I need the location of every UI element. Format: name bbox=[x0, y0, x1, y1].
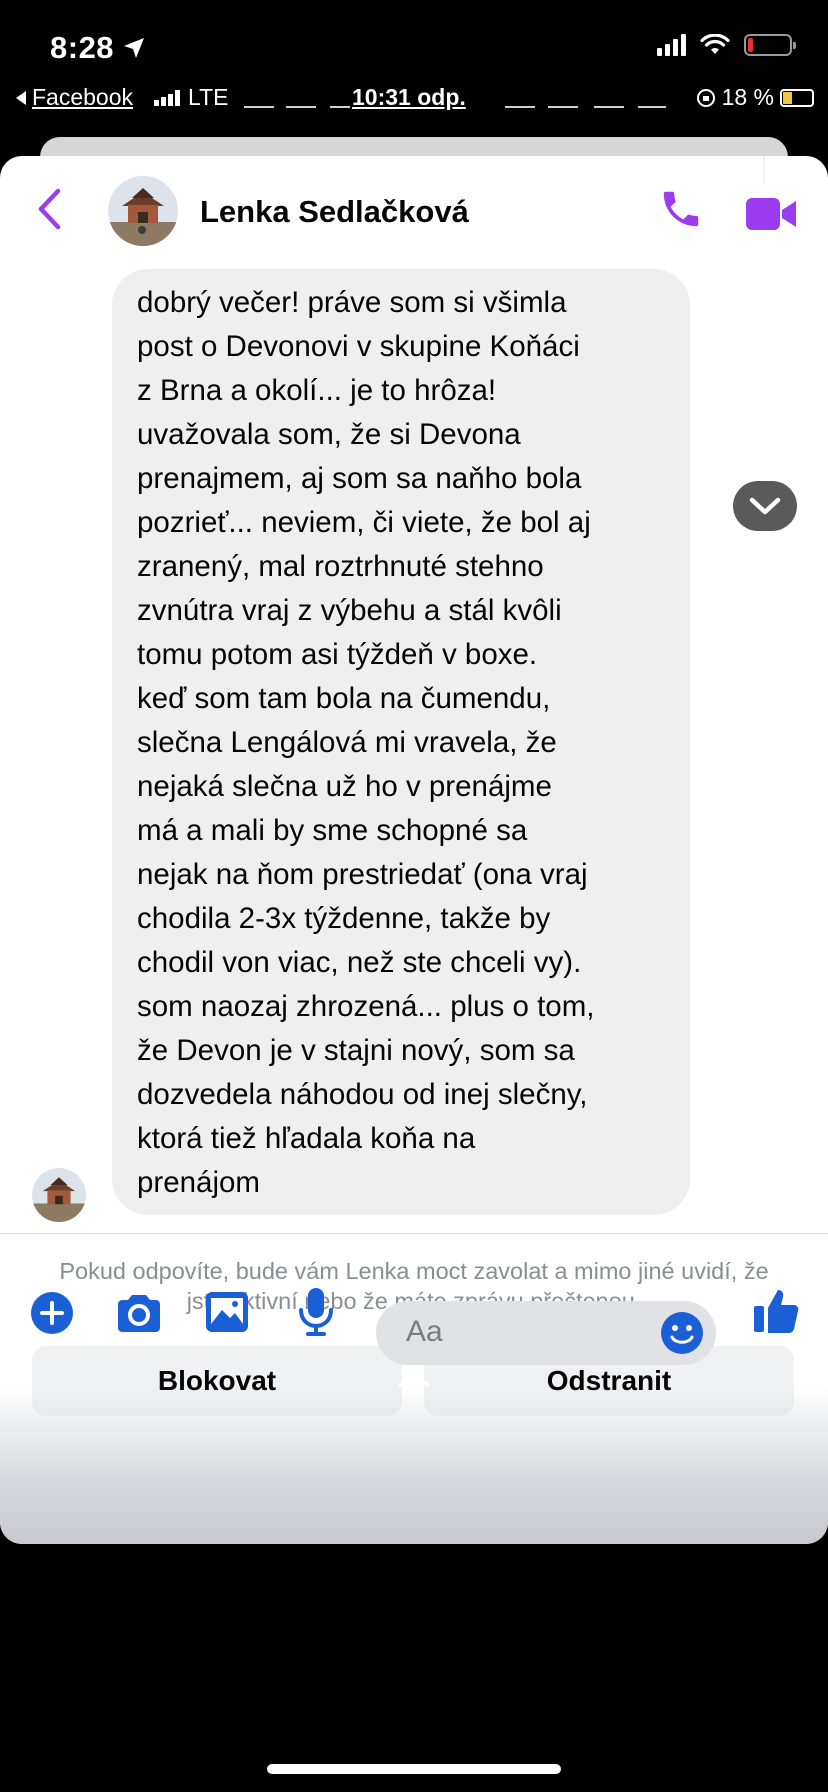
embedded-status-bar: Facebook LTE 10:31 odp. 18 % bbox=[0, 80, 828, 120]
back-chevron-icon[interactable] bbox=[36, 186, 62, 232]
back-app-label: Facebook bbox=[32, 84, 134, 110]
expand-caret-icon[interactable] bbox=[396, 1372, 432, 1388]
message-text: dobrý večer! práve som si všimla post o … bbox=[137, 286, 595, 1199]
sticker-tool-icon[interactable] bbox=[742, 310, 790, 358]
gallery-icon[interactable] bbox=[204, 1290, 250, 1334]
back-triangle-icon bbox=[16, 90, 26, 105]
status-bar: 8:28 bbox=[0, 0, 828, 80]
plus-icon[interactable] bbox=[30, 1291, 74, 1335]
embedded-signal-icon bbox=[154, 89, 180, 106]
pen-tool-icon[interactable] bbox=[740, 222, 790, 272]
microphone-icon[interactable] bbox=[296, 1286, 336, 1338]
message-bubble[interactable]: dobrý večer! práve som si všimla post o … bbox=[112, 269, 690, 1215]
embedded-time: 10:31 odp. bbox=[352, 84, 466, 110]
sender-avatar[interactable] bbox=[32, 1168, 86, 1222]
avatar[interactable] bbox=[108, 176, 178, 246]
divider bbox=[548, 106, 578, 108]
message-input[interactable]: Aa bbox=[376, 1301, 716, 1365]
collapse-tools-icon[interactable] bbox=[732, 480, 798, 532]
divider bbox=[638, 106, 666, 108]
status-time-label: 8:28 bbox=[50, 30, 115, 65]
embedded-battery-icon bbox=[780, 88, 814, 107]
status-indicators bbox=[657, 34, 796, 56]
embedded-carrier: LTE bbox=[154, 84, 228, 111]
network-type: LTE bbox=[188, 84, 229, 110]
camera-tool-icon[interactable] bbox=[740, 402, 790, 446]
divider bbox=[594, 106, 624, 108]
chat-header: Lenka Sedlačková bbox=[0, 156, 828, 276]
camera-icon[interactable] bbox=[114, 1292, 164, 1334]
home-indicator[interactable] bbox=[267, 1764, 561, 1774]
block-button[interactable]: Blokovat bbox=[32, 1346, 402, 1416]
rotation-lock-icon bbox=[696, 88, 715, 107]
emoji-icon[interactable] bbox=[660, 1311, 704, 1355]
divider bbox=[286, 106, 316, 108]
divider bbox=[330, 106, 350, 108]
phone-call-icon[interactable] bbox=[658, 186, 704, 232]
wifi-icon bbox=[700, 34, 730, 54]
avatar-photo-icon bbox=[108, 176, 178, 246]
location-arrow-icon bbox=[124, 38, 145, 58]
back-to-app-link[interactable]: Facebook bbox=[14, 84, 133, 111]
contact-name[interactable]: Lenka Sedlačková bbox=[200, 194, 469, 230]
thumbs-up-icon[interactable] bbox=[752, 1286, 800, 1336]
avatar-photo-icon bbox=[32, 1168, 86, 1222]
cellular-signal-icon bbox=[657, 34, 686, 56]
battery-icon bbox=[744, 34, 796, 56]
messenger-sheet: Lenka Sedlačková dobrý večer! práve som … bbox=[0, 156, 828, 1544]
status-time: 8:28 bbox=[50, 30, 146, 66]
message-input-placeholder: Aa bbox=[406, 1315, 443, 1348]
composer-divider bbox=[0, 1233, 828, 1234]
battery-percent: 18 % bbox=[721, 84, 774, 110]
text-tool-icon[interactable] bbox=[746, 156, 782, 190]
embedded-battery: 18 % bbox=[696, 84, 814, 111]
divider bbox=[505, 106, 535, 108]
divider bbox=[244, 106, 274, 108]
